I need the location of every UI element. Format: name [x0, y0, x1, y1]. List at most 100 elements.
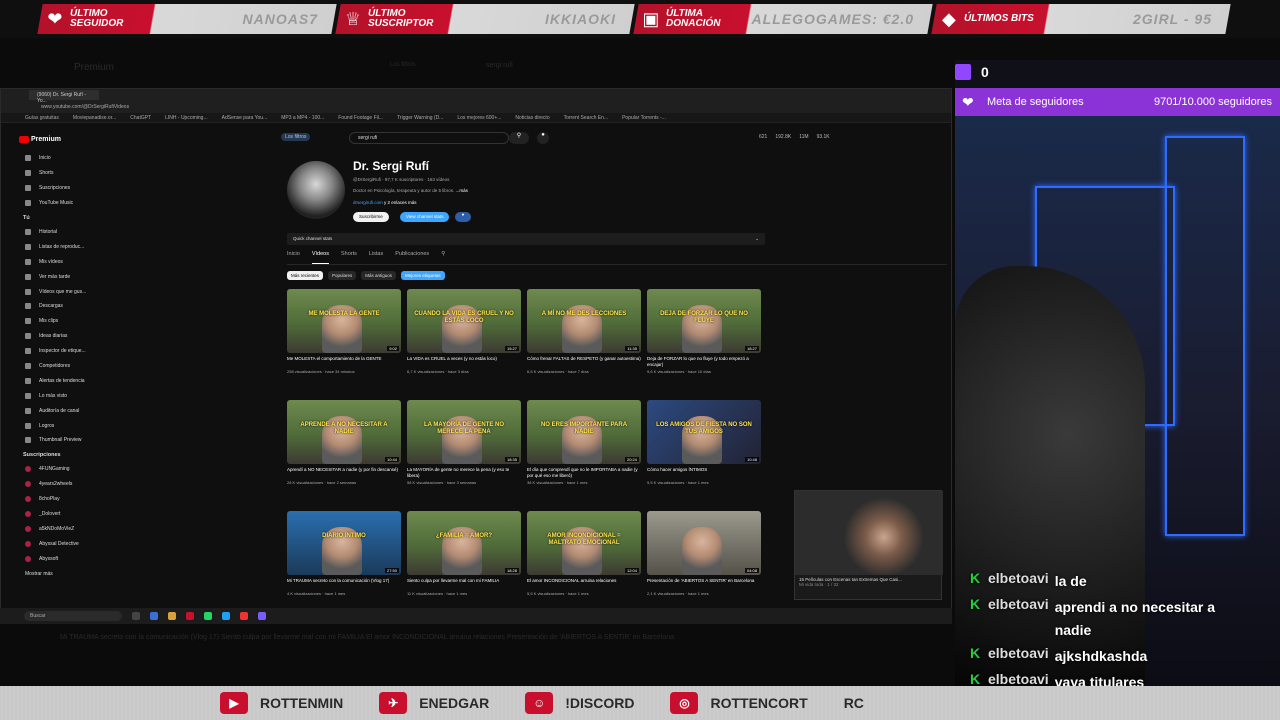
- video-thumbnail[interactable]: DIARIO ÍNTIMO 27:50: [287, 511, 401, 575]
- video-thumbnail[interactable]: AMOR INCONDICIONAL = MALTRATO EMOCIONAL 1…: [527, 511, 641, 575]
- sidebar-sub-item[interactable]: a5kNDoMoVieZ: [19, 521, 99, 536]
- sidebar-sub-item[interactable]: Abyssoft: [19, 551, 99, 566]
- sidebar-sub-item[interactable]: 4FUNGaming: [19, 462, 99, 477]
- sidebar-sub-item[interactable]: 4years2wheels: [19, 477, 99, 492]
- app-icon[interactable]: [186, 612, 194, 620]
- video-card[interactable]: CUANDO LA VIDA ES CRUEL Y NO ESTÁS LOCO 1…: [407, 289, 521, 374]
- sidebar-sub-item[interactable]: _Dolovert: [19, 507, 99, 522]
- bookmark-item[interactable]: Noticias directo: [515, 115, 549, 121]
- video-card[interactable]: 04:08 Presentación de 'ABIERTOS A SENTIR'…: [647, 511, 761, 596]
- sidebar-item[interactable]: Auditoría de canal: [19, 403, 99, 418]
- video-title[interactable]: Siento culpa por llevarme mal con mi FAM…: [407, 578, 521, 590]
- bookmark-item[interactable]: Popular Torrents -...: [622, 115, 666, 121]
- video-title[interactable]: Me MOLESTA el comportamiento de la GENTE: [287, 356, 401, 368]
- video-card[interactable]: DEJA DE FORZAR LO QUE NO FLUYE 18:27 Deja …: [647, 289, 761, 374]
- video-card[interactable]: LOS AMIGOS DE FIESTA NO SON TUS AMIGOS 10…: [647, 400, 761, 485]
- channel-tab[interactable]: Inicio: [287, 251, 300, 264]
- sidebar-item[interactable]: Lo más visto: [19, 388, 99, 403]
- whatsapp-icon[interactable]: [204, 612, 212, 620]
- channel-tab[interactable]: Shorts: [341, 251, 357, 264]
- mic-icon[interactable]: ●: [537, 132, 549, 144]
- sidebar-item[interactable]: Alertas de tendencia: [19, 373, 99, 388]
- search-input[interactable]: sergi rufi: [349, 132, 509, 144]
- sort-chip[interactable]: Más recientes: [287, 271, 324, 280]
- bookmark-item[interactable]: Guías gratuitas: [25, 115, 59, 121]
- video-thumbnail[interactable]: NO ERES IMPORTANTE PARA NADIE 20:24: [527, 400, 641, 464]
- channel-link[interactable]: drsergirufi.com: [353, 200, 383, 205]
- video-title[interactable]: El amor INCONDICIONAL arruina relaciones: [527, 578, 641, 590]
- bookmark-item[interactable]: Moviepanadise.or...: [73, 115, 116, 121]
- channel-tab[interactable]: Publicaciones: [395, 251, 429, 264]
- video-thumbnail[interactable]: CUANDO LA VIDA ES CRUEL Y NO ESTÁS LOCO 1…: [407, 289, 521, 353]
- channel-more-link[interactable]: ...más: [456, 188, 468, 193]
- bookmark-item[interactable]: LINH - Upcoming...: [165, 115, 208, 121]
- subscribe-button[interactable]: Suscribirme: [353, 212, 389, 222]
- video-card[interactable]: AMOR INCONDICIONAL = MALTRATO EMOCIONAL 1…: [527, 511, 641, 596]
- sidebar-item[interactable]: Ideas diarias: [19, 329, 99, 344]
- telegram-icon[interactable]: [222, 612, 230, 620]
- video-title[interactable]: Deja de FORZAR lo que no fluye (y todo e…: [647, 356, 761, 368]
- video-title[interactable]: El día que comprendí que no le IMPORTABA…: [527, 467, 641, 479]
- sidebar-item[interactable]: Thumbnail Preview: [19, 433, 99, 448]
- channel-avatar[interactable]: [287, 161, 345, 219]
- browser-tab[interactable]: (9060) Dr. Sergi Rufí - Yo...: [29, 90, 99, 104]
- video-thumbnail[interactable]: A MÍ NO ME DES LECCIONES 11:35: [527, 289, 641, 353]
- search-icon[interactable]: ⚲: [441, 251, 445, 264]
- taskbar-search[interactable]: Buscar: [24, 611, 122, 621]
- video-title[interactable]: Mi TRAUMA secreto con la comunicación (V…: [287, 578, 401, 590]
- quick-channel-stats[interactable]: Quick channel stats ⌄: [287, 233, 765, 245]
- channel-links-more[interactable]: y 2 enlaces más: [384, 200, 417, 205]
- bookmark-item[interactable]: Trigger Warning (D...: [397, 115, 443, 121]
- video-thumbnail[interactable]: ME MOLESTA LA GENTE 9:02: [287, 289, 401, 353]
- sidebar-item[interactable]: Logros: [19, 418, 99, 433]
- sidebar-item[interactable]: Mis vídeos: [19, 254, 99, 269]
- sidebar-item[interactable]: Mis clips: [19, 314, 99, 329]
- bookmark-item[interactable]: ChatGPT: [130, 115, 151, 121]
- sidebar-item[interactable]: Vídeos que me gus...: [19, 284, 99, 299]
- sort-chip[interactable]: Más antiguos: [361, 271, 397, 280]
- video-card[interactable]: A MÍ NO ME DES LECCIONES 11:35 Cómo frenar…: [527, 289, 641, 374]
- video-card[interactable]: APRENDE A NO NECESITAR A NADIE 10:44 Apren…: [287, 400, 401, 485]
- bookmark-item[interactable]: Found Footage Fil...: [338, 115, 383, 121]
- search-icon[interactable]: ⚲: [509, 132, 529, 144]
- task-view-icon[interactable]: [132, 612, 140, 620]
- channel-tab[interactable]: Vídeos: [311, 251, 329, 264]
- video-card[interactable]: ME MOLESTA LA GENTE 9:02 Me MOLESTA el com…: [287, 289, 401, 374]
- show-more-button[interactable]: Mostrar más: [19, 566, 99, 581]
- channel-tab[interactable]: Listas: [369, 251, 383, 264]
- video-card[interactable]: DIARIO ÍNTIMO 27:50 Mi TRAUMA secreto con …: [287, 511, 401, 596]
- sidebar-item[interactable]: Suscripciones: [19, 181, 99, 196]
- sidebar-item[interactable]: Ver más tarde: [19, 269, 99, 284]
- twitch-icon[interactable]: [258, 612, 266, 620]
- view-channel-stats-button[interactable]: View channel stats: [400, 212, 450, 222]
- sidebar-sub-item[interactable]: Abyssal Detective: [19, 536, 99, 551]
- video-thumbnail[interactable]: DEJA DE FORZAR LO QUE NO FLUYE 18:27: [647, 289, 761, 353]
- filters-chip[interactable]: Los filtros: [281, 133, 311, 141]
- channel-extra-button[interactable]: ●: [455, 212, 471, 222]
- bookmark-item[interactable]: MP3 a MP4 - 100...: [281, 115, 324, 121]
- address-bar[interactable]: www.youtube.com/@DrSergiRufiVideos: [1, 101, 951, 113]
- sidebar-sub-item[interactable]: 8choPlay: [19, 492, 99, 507]
- video-thumbnail[interactable]: ¿FAMILIA = AMOR? 18:28: [407, 511, 521, 575]
- edge-icon[interactable]: [150, 612, 158, 620]
- video-title[interactable]: Cómo hacer amigos ÍNTIMOS: [647, 467, 761, 479]
- sidebar-item[interactable]: Competidores: [19, 359, 99, 374]
- sidebar-item[interactable]: Inspector de etique...: [19, 344, 99, 359]
- sidebar-item[interactable]: Shorts: [19, 166, 99, 181]
- opera-icon[interactable]: [240, 612, 248, 620]
- sort-chip[interactable]: Mejores etiquetas: [401, 271, 445, 280]
- video-thumbnail[interactable]: LOS AMIGOS DE FIESTA NO SON TUS AMIGOS 10…: [647, 400, 761, 464]
- video-thumbnail[interactable]: LA MAYORÍA DE GENTE NO MERECE LA PENA 18:…: [407, 400, 521, 464]
- sidebar-item[interactable]: Inicio: [19, 151, 99, 166]
- sidebar-item[interactable]: YouTube Music: [19, 196, 99, 211]
- bookmark-item[interactable]: Torrent Search En...: [564, 115, 608, 121]
- video-card[interactable]: LA MAYORÍA DE GENTE NO MERECE LA PENA 18:…: [407, 400, 521, 485]
- bookmark-item[interactable]: Los mejores 600+...: [457, 115, 501, 121]
- bookmark-item[interactable]: AdSense para You...: [222, 115, 268, 121]
- video-title[interactable]: Cómo frenar FALTAS de RESPETO (y ganar a…: [527, 356, 641, 368]
- explorer-icon[interactable]: [168, 612, 176, 620]
- video-title[interactable]: Presentación de 'ABIERTOS A SENTIR' en B…: [647, 578, 761, 590]
- video-title[interactable]: Aprendí a NO NECESITAR a nadie (y por fi…: [287, 467, 401, 479]
- miniplayer[interactable]: 15 Películas con Escenas tan Extremas Qu…: [794, 490, 943, 600]
- sidebar-item[interactable]: Historial: [19, 225, 99, 240]
